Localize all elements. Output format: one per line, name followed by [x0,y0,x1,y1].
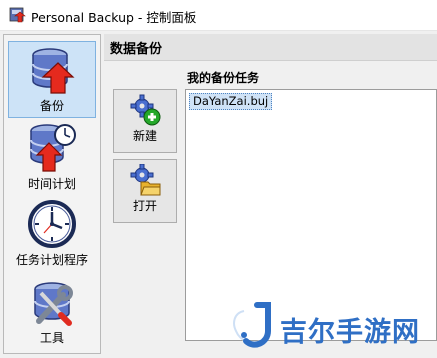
sidebar: 备份 时间计划 任务计划程序 工具 [3,34,101,354]
open-task-label: 打开 [132,199,157,213]
sidebar-item-label: 时间计划 [27,177,76,191]
backup-database-icon [32,48,75,94]
new-task-gear-plus-icon [130,94,161,126]
watermark-logo-icon [233,302,271,348]
watermark: 吉尔手游网 [230,301,430,353]
sidebar-item-label: 工具 [39,331,64,345]
list-item[interactable]: DaYanZai.buj [189,93,273,110]
watermark-text: 吉尔手游网 [280,317,420,348]
app-backup-icon [9,7,26,23]
page-title: 数据备份 [110,42,163,57]
schedule-database-clock-icon [30,124,76,172]
sidebar-item-backup[interactable]: 备份 [8,41,96,118]
window-title: Personal Backup - 控制面板 [31,10,197,25]
sidebar-item-tools[interactable]: 工具 [4,277,100,349]
tasks-heading: 我的备份任务 [187,71,260,85]
window-client: 备份 时间计划 任务计划程序 工具 数据备份 新建 打开 我的备份任务 DaYa… [0,30,437,358]
new-task-label: 新建 [132,129,157,143]
open-task-gear-folder-icon [130,164,161,196]
tools-icon [34,282,73,326]
sidebar-item-label: 备份 [39,99,64,113]
sidebar-item-label: 任务计划程序 [15,253,88,267]
main-header: 数据备份 [104,34,437,61]
title-bar: Personal Backup - 控制面板 [0,0,437,30]
open-task-button[interactable]: 打开 [113,159,177,223]
sidebar-item-schedule[interactable]: 时间计划 [4,121,100,193]
clock-icon [28,200,76,248]
new-task-button[interactable]: 新建 [113,89,177,153]
sidebar-item-task-scheduler[interactable]: 任务计划程序 [4,199,100,271]
